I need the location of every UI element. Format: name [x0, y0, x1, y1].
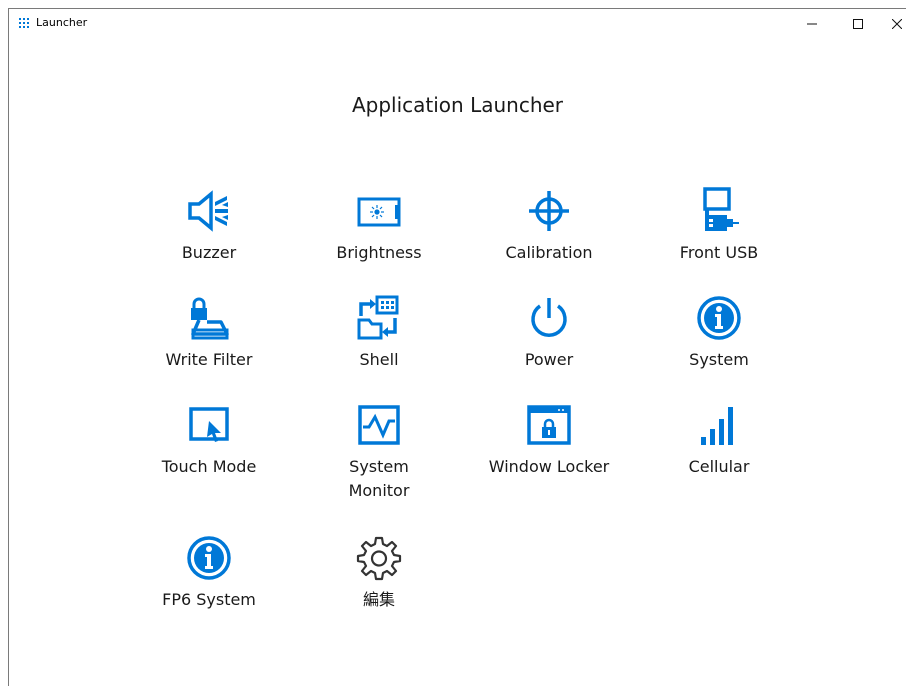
- speaker-icon: [188, 190, 228, 232]
- signal-bars-icon: [701, 407, 733, 445]
- app-label: System: [689, 350, 749, 369]
- app-grid-icon: [19, 18, 29, 28]
- app-tile-window-locker[interactable]: Window Locker: [474, 401, 624, 479]
- maximize-icon: [853, 19, 863, 29]
- launcher-window: Launcher Application Launcher Buzzer Bri…: [8, 8, 906, 686]
- app-tile-front-usb[interactable]: Front USB: [644, 187, 794, 265]
- app-label: Front USB: [679, 243, 759, 262]
- app-tile-edit[interactable]: 編集: [304, 534, 454, 612]
- app-label: System Monitor: [348, 457, 410, 500]
- app-tile-buzzer[interactable]: Buzzer: [134, 187, 284, 265]
- info-icon: [697, 296, 741, 340]
- app-label: 編集: [362, 590, 395, 609]
- app-tile-system[interactable]: System: [644, 294, 794, 372]
- minimize-icon: [807, 23, 817, 25]
- app-tile-cellular[interactable]: Cellular: [644, 401, 794, 479]
- app-label: Window Locker: [488, 457, 610, 476]
- app-label: Touch Mode: [161, 457, 257, 476]
- close-icon: [892, 19, 902, 29]
- app-tile-fp6-system[interactable]: FP6 System: [134, 534, 284, 612]
- window-lock-icon: [527, 405, 571, 445]
- app-label: Shell: [359, 350, 399, 369]
- shell-switch-icon: [357, 295, 399, 340]
- monitor-pulse-icon: [358, 405, 400, 445]
- app-label: Buzzer: [181, 243, 237, 262]
- page-title: Application Launcher: [351, 93, 564, 117]
- app-tile-write-filter[interactable]: Write Filter: [134, 294, 284, 372]
- window-title: Launcher: [36, 16, 88, 29]
- app-tile-calibration[interactable]: Calibration: [474, 187, 624, 265]
- app-label: FP6 System: [162, 590, 256, 609]
- app-tile-power[interactable]: Power: [474, 294, 624, 372]
- app-label: Brightness: [336, 243, 422, 262]
- lock-drive-icon: [191, 297, 229, 340]
- touch-mode-icon: [189, 407, 229, 442]
- usb-icon: [703, 187, 739, 231]
- app-tile-touch-mode[interactable]: Touch Mode: [134, 401, 284, 479]
- app-tile-brightness[interactable]: Brightness: [304, 187, 454, 265]
- crosshair-icon: [529, 191, 569, 231]
- brightness-icon: [357, 197, 401, 227]
- app-label: Write Filter: [165, 350, 253, 369]
- close-button[interactable]: [874, 9, 906, 39]
- title-bar[interactable]: Launcher: [9, 9, 906, 39]
- app-tile-shell[interactable]: Shell: [304, 294, 454, 372]
- gear-icon: [356, 536, 402, 581]
- minimize-button[interactable]: [789, 9, 835, 39]
- app-label: Power: [524, 350, 574, 369]
- info-icon: [187, 536, 231, 580]
- app-label: Cellular: [688, 457, 750, 476]
- app-tile-system-monitor[interactable]: System Monitor: [304, 401, 454, 503]
- power-icon: [531, 298, 567, 337]
- app-label: Calibration: [505, 243, 593, 262]
